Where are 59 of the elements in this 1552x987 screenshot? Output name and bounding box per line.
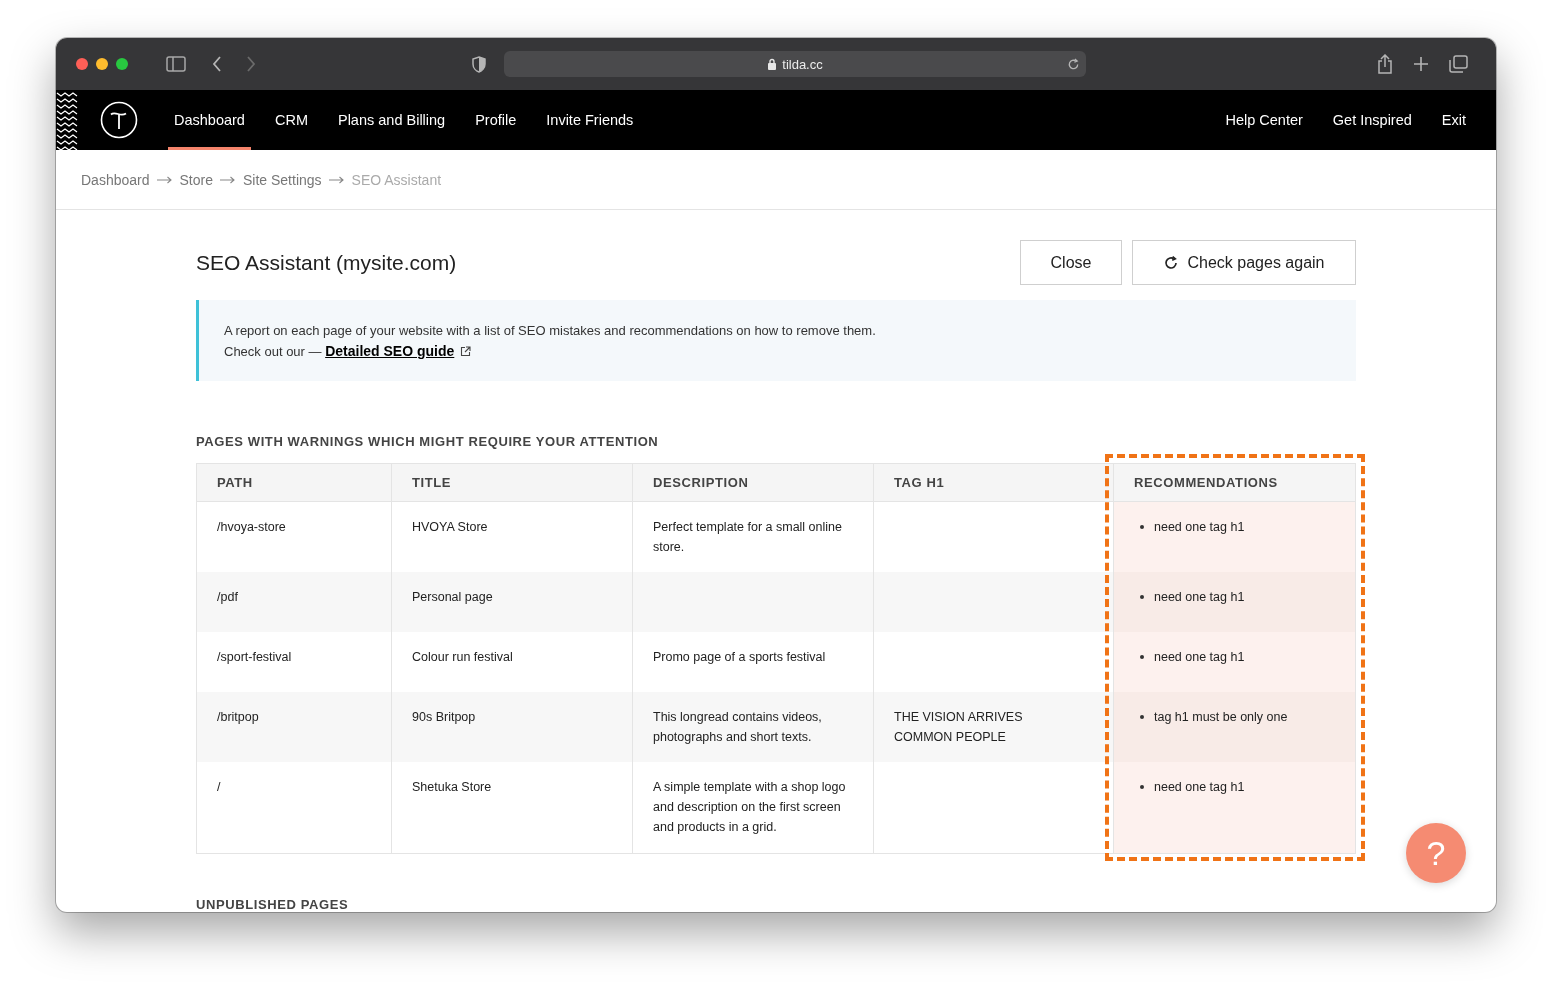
- column-header: DESCRIPTION: [633, 464, 874, 501]
- bullet-icon: [1140, 715, 1144, 719]
- column-header: TAG H1: [874, 464, 1114, 501]
- guide-link[interactable]: Detailed SEO guide: [325, 343, 472, 359]
- recommendation-text: need one tag h1: [1154, 649, 1245, 666]
- section-heading: PAGES WITH WARNINGS WHICH MIGHT REQUIRE YOUR ATTENTION: [196, 434, 660, 450]
- breadcrumb-link[interactable]: Dashboard: [81, 171, 150, 188]
- recommendation-text: need one tag h1: [1154, 779, 1245, 796]
- arrow-icon: [219, 175, 236, 184]
- nav-tab[interactable]: CRM: [268, 90, 314, 150]
- column-header: TITLE: [392, 464, 633, 501]
- address-bar[interactable]: tilda.cc: [504, 51, 1086, 77]
- tabs-overview-icon[interactable]: [1449, 55, 1468, 73]
- table-cell: /pdf: [197, 572, 392, 632]
- reload-icon[interactable]: [1067, 58, 1080, 71]
- nav-link[interactable]: Exit: [1435, 90, 1472, 150]
- recommendation-text: tag h1 must be only one: [1154, 709, 1288, 726]
- nav-link[interactable]: Get Inspired: [1326, 90, 1418, 150]
- new-tab-icon[interactable]: [1413, 56, 1429, 72]
- shield-icon[interactable]: [472, 55, 486, 73]
- table-cell: This longread contains videos, photographs and short texts.: [633, 692, 874, 762]
- table-cell: /britpop: [197, 692, 392, 762]
- heading-tag-text: THE VISION ARRIVES: [894, 709, 1023, 726]
- action-button[interactable]: Check pages again: [1132, 240, 1356, 285]
- section-heading: UNPUBLISHED PAGES: [196, 897, 350, 912]
- table-cell: Personal page: [392, 572, 633, 632]
- guide-sentence: Check out our — Detailed SEO guide: [224, 341, 1356, 362]
- arrow-icon: [328, 175, 345, 184]
- info-text: A report on each page of your website with a list of SEO mistakes and recommendations on how to remove them.: [224, 322, 877, 340]
- page-title: SEO Assistant (mysite.com): [196, 250, 458, 275]
- bullet-icon: [1140, 525, 1144, 529]
- nav-link[interactable]: Help Center: [1219, 90, 1309, 150]
- nav-tab[interactable]: Invite Friends: [540, 90, 640, 150]
- nav-tab[interactable]: Profile: [469, 90, 523, 150]
- minimize-window-icon[interactable]: [96, 58, 108, 70]
- back-icon[interactable]: [212, 56, 222, 72]
- column-header: PATH: [197, 464, 392, 501]
- share-icon[interactable]: [1377, 54, 1393, 74]
- action-button[interactable]: Close: [1020, 240, 1122, 285]
- zoom-window-icon[interactable]: [116, 58, 128, 70]
- nav-tab[interactable]: Dashboard: [168, 90, 251, 150]
- heading-tag-text: COMMON PEOPLE: [894, 729, 1006, 746]
- breadcrumb-link[interactable]: Store: [179, 171, 213, 188]
- lock-icon: [767, 58, 778, 70]
- url-text: tilda.cc: [782, 56, 823, 72]
- breadcrumb-link[interactable]: Site Settings: [242, 171, 322, 188]
- table-cell: 90s Britpop: [392, 692, 633, 762]
- bullet-icon: [1140, 655, 1144, 659]
- close-window-icon[interactable]: [76, 58, 88, 70]
- sidebar-icon[interactable]: [166, 56, 186, 72]
- recommendation-text: need one tag h1: [1154, 589, 1245, 606]
- arrow-icon: [156, 175, 173, 184]
- nav-tab[interactable]: Plans and Billing: [331, 90, 452, 150]
- recommendation-text: need one tag h1: [1154, 519, 1245, 536]
- external-link-icon: [460, 346, 472, 357]
- bullet-icon: [1140, 785, 1144, 789]
- bullet-icon: [1140, 595, 1144, 599]
- refresh-icon: [1163, 255, 1178, 270]
- logo-icon[interactable]: [100, 101, 138, 139]
